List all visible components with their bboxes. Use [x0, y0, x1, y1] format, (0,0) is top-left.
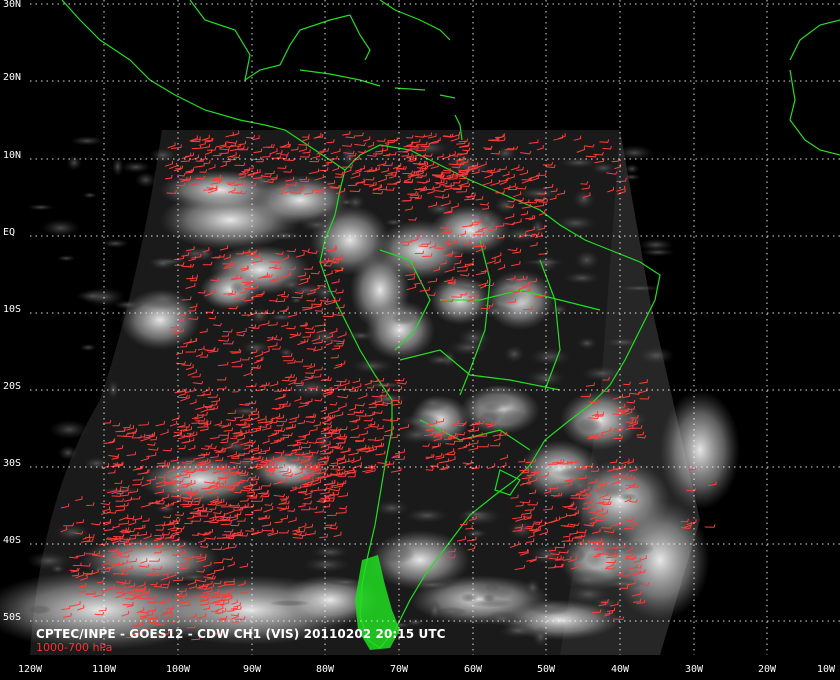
cloud-patch	[418, 394, 449, 412]
cloud-patch	[566, 547, 587, 563]
lon-label-100w: 100W	[165, 664, 191, 675]
lon-label-30w: 30W	[684, 664, 704, 675]
cloud-patch	[551, 467, 599, 479]
cloud-mass	[610, 500, 710, 620]
cloud-patch	[70, 135, 105, 146]
cloud-patch	[101, 238, 130, 249]
cloud-patch	[563, 568, 612, 590]
cloud-patch	[476, 304, 515, 318]
cloud-patch	[638, 346, 675, 365]
lat-label-30s: 30S	[3, 458, 22, 469]
lon-label-90w: 90W	[242, 664, 262, 675]
cloud-patch	[521, 258, 567, 266]
lat-label-40s: 40S	[3, 535, 22, 546]
lon-label-10w: 10W	[816, 664, 836, 675]
cloud-mass	[365, 300, 435, 360]
lon-label-110w: 110W	[91, 664, 117, 675]
cloud-patch	[340, 146, 357, 168]
cloud-patch	[148, 256, 177, 270]
lon-label-60w: 60W	[463, 664, 483, 675]
cloud-patch	[478, 393, 513, 412]
lat-label-10n: 10N	[3, 150, 22, 161]
cloud-patch	[303, 556, 351, 573]
cloud-patch	[624, 163, 640, 174]
lon-label-70w: 70W	[389, 664, 409, 675]
cloud-patch	[527, 598, 573, 616]
lon-label-20w: 20W	[757, 664, 777, 675]
cloud-patch	[528, 347, 572, 367]
satellite-map	[0, 0, 840, 655]
cloud-patch	[134, 171, 157, 188]
cloud-patch	[469, 598, 513, 608]
cloud-patch	[585, 550, 610, 568]
lat-label-10s: 10S	[3, 304, 22, 315]
cloud-patch	[485, 610, 518, 627]
cloud-patch	[380, 544, 416, 564]
cloud-patch	[574, 249, 600, 271]
cloud-patch	[404, 507, 449, 524]
cloud-patch	[576, 336, 598, 350]
lat-label-30n: 30N	[3, 0, 22, 10]
cloud-patch	[66, 154, 82, 171]
cloud-patch	[56, 255, 76, 262]
cloud-patch	[79, 343, 97, 352]
cloud-patch	[250, 307, 270, 324]
cloud-patch	[436, 607, 468, 616]
cloud-patch	[477, 208, 495, 230]
cloud-patch	[457, 327, 492, 349]
cloud-patch	[425, 201, 455, 217]
cloud-patch	[638, 238, 674, 252]
lat-label-20n: 20N	[3, 72, 22, 83]
lon-label-50w: 50W	[536, 664, 556, 675]
cloud-patch	[614, 145, 655, 161]
cloud-patch	[26, 551, 72, 570]
cloud-patch	[58, 445, 79, 461]
cloud-patch	[345, 330, 376, 341]
cloud-patch	[27, 204, 54, 211]
lat-label-20s: 20S	[3, 381, 22, 392]
cloud-patch	[524, 578, 541, 598]
cloud-patch	[121, 161, 151, 174]
lon-label-80w: 80W	[315, 664, 335, 675]
cloud-patch	[49, 419, 90, 440]
cloud-mass	[660, 390, 740, 510]
cloud-patch	[572, 188, 596, 210]
lat-label-eq: EQ	[3, 227, 16, 238]
cloud-patch	[458, 510, 493, 518]
cloud-patch	[428, 600, 442, 621]
cloud-patch	[559, 157, 599, 169]
cloud-patch	[384, 218, 404, 227]
cloud-patch	[229, 281, 245, 294]
cloud-patch	[83, 456, 110, 471]
cloud-patch	[268, 313, 295, 322]
cloud-patch	[139, 288, 187, 310]
cloud-patch	[563, 271, 601, 285]
cloud-patch	[618, 492, 637, 501]
wind-barb-icon	[704, 524, 716, 528]
lon-label-120w: 120W	[17, 664, 43, 675]
cloud-patch	[577, 417, 603, 433]
pressure-level-label: 1000-700 hPa	[36, 641, 113, 654]
bottom-axis-bar	[0, 655, 840, 680]
cloud-patch	[600, 578, 647, 589]
cloud-patch	[548, 481, 581, 492]
cloud-patch	[82, 192, 98, 199]
cloud-patch	[40, 219, 81, 238]
cloud-patch	[409, 580, 455, 590]
cloud-patch	[75, 289, 110, 303]
lon-label-40w: 40W	[610, 664, 630, 675]
cloud-patch	[391, 312, 416, 325]
image-caption: CPTEC/INPE - GOES12 - CDW CH1 (VIS) 2011…	[36, 627, 446, 641]
cloud-patch	[622, 173, 641, 181]
cloud-patch	[554, 214, 597, 232]
cloud-patch	[148, 147, 178, 163]
cloud-patch	[28, 604, 52, 615]
cloud-patch	[269, 600, 310, 607]
cloud-patch	[503, 345, 525, 363]
cloud-patch	[339, 198, 354, 206]
lat-label-50s: 50S	[3, 612, 22, 623]
